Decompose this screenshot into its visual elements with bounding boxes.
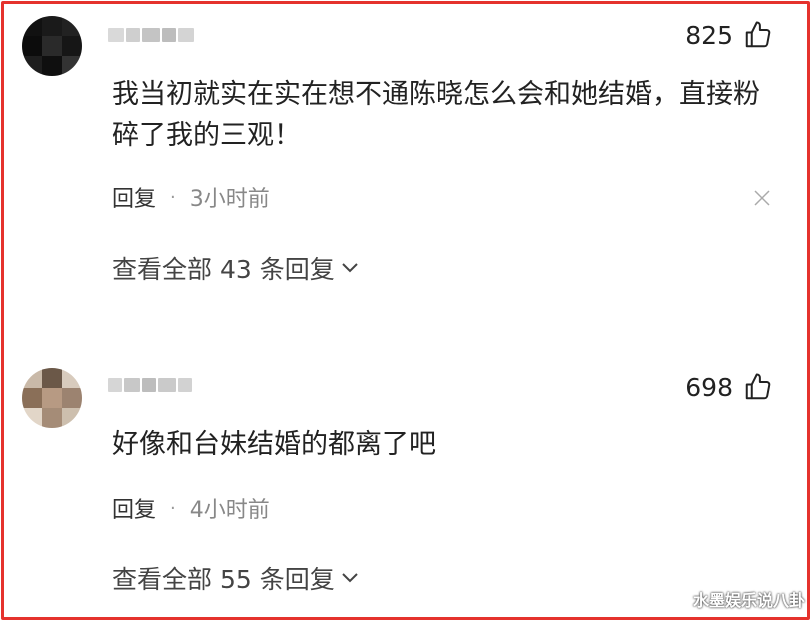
watermark: 水墨娱乐说八卦 [692,591,805,610]
comment-text: 我当初就实在实在想不通陈晓怎么会和她结婚，直接粉碎了我的三观！ [112,79,760,151]
like-control[interactable]: 698 [685,372,773,402]
like-count: 698 [685,372,733,402]
separator-dot: · [170,497,176,519]
reply-button[interactable]: 回复 [112,492,156,524]
chevron-down-icon [342,573,358,583]
username-blurred[interactable] [108,24,208,46]
view-replies-link[interactable]: 查看全部 43 条回复 [112,250,359,286]
thumbs-up-icon[interactable] [743,372,773,402]
avatar[interactable] [22,16,82,76]
timestamp: 3小时前 [189,187,270,212]
like-count: 825 [685,20,733,50]
comment-text: 好像和台妹结婚的都离了吧 [112,429,436,460]
comment-meta: 回复 · 4小时前 [112,492,270,524]
reply-button[interactable]: 回复 [112,181,156,213]
timestamp: 4小时前 [189,498,270,523]
view-replies-label: 查看全部 55 条回复 [112,565,335,594]
comment-meta: 回复 · 3小时前 [112,181,270,213]
avatar[interactable] [22,368,82,428]
like-control[interactable]: 825 [685,20,773,50]
view-replies-label: 查看全部 43 条回复 [112,255,335,284]
chevron-down-icon [342,263,358,273]
close-icon[interactable] [753,189,771,207]
username-blurred[interactable] [108,374,208,396]
thumbs-up-icon[interactable] [743,20,773,50]
view-replies-link[interactable]: 查看全部 55 条回复 [112,560,359,596]
separator-dot: · [170,186,176,208]
